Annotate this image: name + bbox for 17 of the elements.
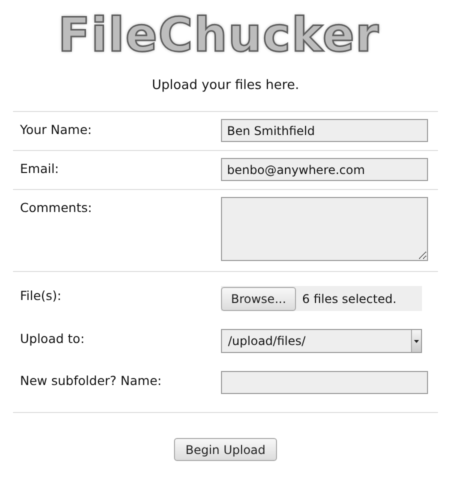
text-field[interactable]: benbo@anywhere.com [221, 158, 428, 181]
field-label: File(s): [19, 287, 62, 303]
field-label: New subfolder? Name: [19, 372, 163, 388]
text-field[interactable]: Ben Smithfield [221, 119, 428, 142]
field-label: Your Name: [19, 121, 93, 137]
file-status: 6 files selected. [302, 292, 396, 306]
begin-upload-button[interactable]: Begin Upload [174, 438, 277, 461]
field-label: Upload to: [19, 330, 86, 346]
comments-field[interactable] [221, 197, 428, 261]
subtitle: Upload your files here. [152, 78, 300, 93]
field-label: Comments: [19, 199, 93, 215]
folder-dropdown[interactable]: /upload/files/ [221, 329, 422, 353]
browse-button[interactable]: Browse... [221, 286, 296, 310]
caret-icon [414, 340, 419, 342]
logo: FileChucker [58, 7, 380, 65]
text-field[interactable] [221, 371, 428, 394]
field-label: Email: [19, 160, 60, 176]
